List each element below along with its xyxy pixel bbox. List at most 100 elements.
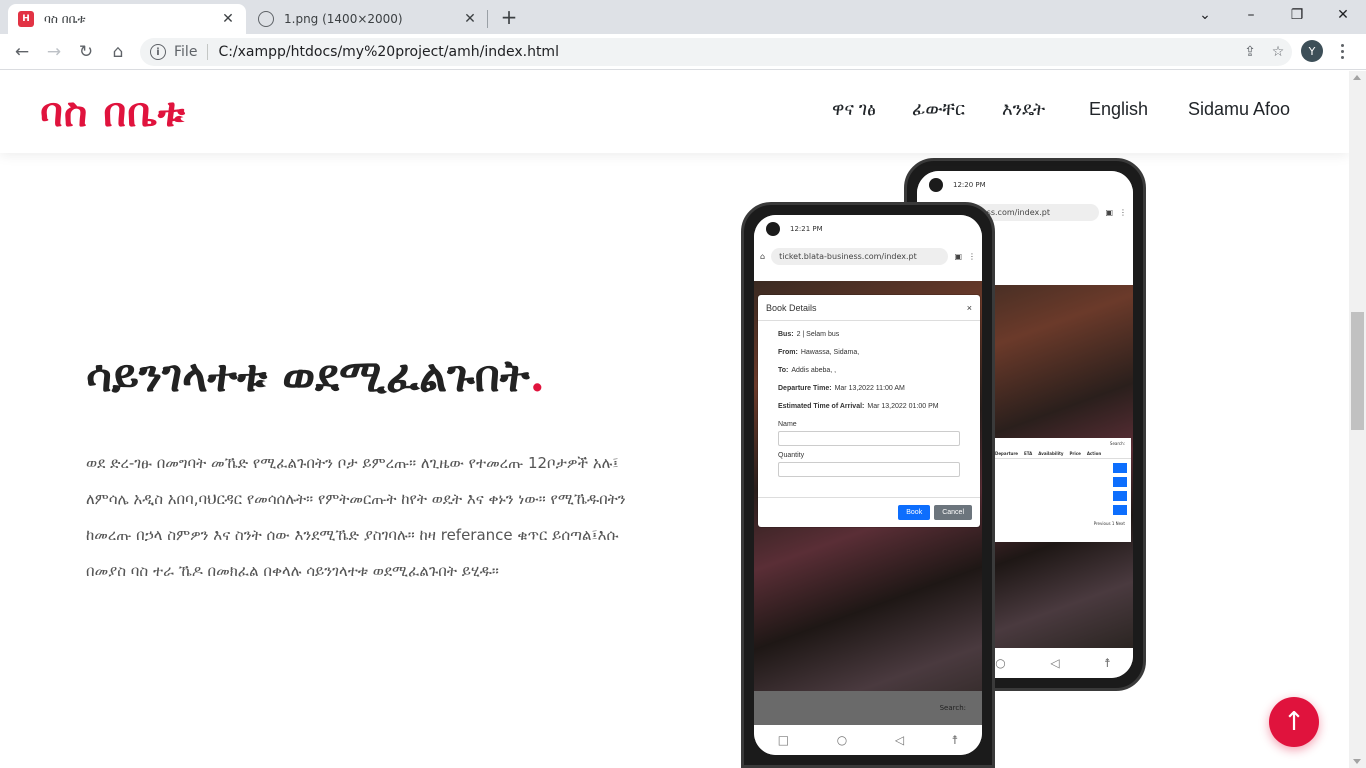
page-viewport: ባስ በቤቱ ዋና ገፅ ፊውቸር እንዴት English Sidamu Af… — [0, 71, 1349, 768]
phone-back-status-bar: 12:20 PM — [917, 171, 1133, 199]
circle-icon: ○ — [836, 733, 848, 747]
name-field-label: Name — [778, 421, 797, 428]
kebab-menu-icon: ⋮ — [968, 251, 976, 261]
tab-active[interactable]: H ባስ በቤቱ ✕ — [8, 4, 246, 34]
scrollbar-thumb[interactable] — [1351, 312, 1364, 430]
departure-value: Mar 13,2022 11:00 AM — [834, 384, 905, 392]
nav-english[interactable]: English — [1089, 99, 1148, 120]
back-to-top-button[interactable]: ↑ — [1269, 697, 1319, 747]
reload-icon[interactable]: ↻ — [72, 38, 100, 66]
hero-title: ሳይንገላተቱ ወደሚፈልጉበት. — [86, 351, 545, 402]
url-scheme-label: File — [174, 44, 198, 60]
forward-arrow-icon[interactable]: → — [40, 38, 68, 66]
home-icon: ⌂ — [760, 251, 766, 261]
book-now-button — [1113, 491, 1127, 501]
phone-front-search-strip: Search: — [754, 691, 982, 725]
info-icon[interactable]: i — [150, 44, 166, 60]
to-label: To: — [778, 366, 789, 374]
tabs-icon: ▣ — [954, 251, 962, 261]
nav-how[interactable]: እንዴት — [1002, 99, 1045, 120]
modal-to-row: To: Addis abeba, , — [758, 361, 980, 379]
table-row — [995, 505, 1127, 515]
arrival-value: Mar 13,2022 01:00 PM — [867, 402, 939, 410]
triangle-back-icon: ◁ — [1050, 656, 1060, 670]
omnibox-divider — [207, 44, 209, 60]
accessibility-icon: ☨ — [1104, 656, 1111, 670]
phone-front-url-bar: ⌂ ticket.blata-business.com/index.pt ▣ ⋮ — [760, 243, 976, 269]
tab-image[interactable]: 1.png (1400×2000) ✕ — [248, 4, 488, 34]
address-bar[interactable]: i File C:/xampp/htdocs/my%20project/amh/… — [140, 38, 1292, 66]
phone-front-time: 12:21 PM — [790, 225, 823, 233]
page-scrollbar[interactable] — [1349, 71, 1366, 768]
phone-front-screen: 12:21 PM ⌂ ticket.blata-business.com/ind… — [754, 215, 982, 755]
url-text[interactable]: C:/xampp/htdocs/my%20project/amh/index.h… — [218, 44, 1236, 60]
camera-icon — [929, 178, 943, 192]
bus-label: Bus: — [778, 330, 794, 338]
browser-toolbar: ← → ↻ ⌂ i File C:/xampp/htdocs/my%20proj… — [0, 34, 1366, 70]
hero-title-text: ሳይንገላተቱ ወደሚፈልጉበት — [86, 351, 530, 402]
close-window-button[interactable]: ✕ — [1320, 0, 1366, 30]
tab-close-icon[interactable]: ✕ — [220, 11, 236, 27]
modal-footer: Book Cancel — [758, 497, 980, 527]
scroll-down-arrow-icon[interactable] — [1353, 759, 1361, 764]
maximize-button[interactable]: ❐ — [1274, 0, 1320, 30]
arrival-label: Estimated Time of Arrival: — [778, 402, 865, 410]
pager-previous: Previous — [1093, 521, 1111, 526]
bus-value: 2 | Selam bus — [796, 330, 840, 338]
phone-back-table: Search: Departure ETA Availability Price… — [991, 438, 1131, 542]
camera-icon — [766, 222, 780, 236]
hero-description: ወደ ድረ-ገፁ በመግባት መኼድ የሚፈልጉበትን ቦታ ይምረጡ። ለጊዜ… — [86, 454, 626, 580]
modal-departure-row: Departure Time: Mar 13,2022 11:00 AM — [758, 379, 980, 397]
table-row — [995, 491, 1127, 501]
modal-bus-row: Bus: 2 | Selam bus — [758, 325, 980, 343]
site-logo[interactable]: ባስ በቤቱ — [40, 89, 186, 136]
book-now-button — [1113, 463, 1127, 473]
book-button: Book — [898, 505, 931, 520]
table-header-departure: Departure — [995, 451, 1019, 456]
circle-icon: ○ — [995, 656, 1006, 670]
modal-close-icon: × — [966, 302, 972, 313]
table-row — [995, 463, 1127, 473]
phone-front-search-label: Search: — [939, 704, 966, 712]
kebab-menu-icon: ⋮ — [1119, 207, 1127, 217]
tab-close-icon[interactable]: ✕ — [462, 11, 478, 27]
modal-header: Book Details × — [758, 295, 980, 321]
hero-title-dot: . — [529, 351, 545, 402]
new-tab-button[interactable]: + — [498, 5, 520, 29]
cancel-button: Cancel — [934, 505, 972, 520]
table-header-eta: ETA — [1024, 451, 1033, 456]
minimize-button[interactable]: – — [1228, 0, 1274, 30]
table-header-price: Price — [1069, 451, 1081, 456]
phone-front-nav-bar: □ ○ ◁ ☨ — [754, 725, 982, 755]
profile-avatar[interactable]: Y — [1301, 40, 1323, 62]
tab-divider — [487, 10, 488, 28]
home-icon[interactable]: ⌂ — [104, 38, 132, 66]
table-header-action: Action — [1086, 451, 1102, 456]
pager-next: Next — [1115, 521, 1125, 526]
back-arrow-icon[interactable]: ← — [8, 38, 36, 66]
triangle-back-icon: ◁ — [894, 733, 905, 747]
scroll-up-arrow-icon[interactable] — [1353, 75, 1361, 80]
tabs-icon: ▣ — [1105, 207, 1113, 217]
modal-title: Book Details — [766, 302, 817, 313]
browser-menu-icon[interactable] — [1334, 40, 1350, 62]
nav-features[interactable]: ፊውቸር — [912, 99, 965, 120]
modal-from-row: From: Hawassa, Sidama, — [758, 343, 980, 361]
from-value: Hawassa, Sidama, — [800, 348, 860, 356]
book-details-modal: Book Details × Bus: 2 | Selam bus From: Ha… — [758, 295, 980, 527]
site-header: ባስ በቤቱ ዋና ገፅ ፊውቸር እንዴት English Sidamu Af… — [0, 71, 1349, 153]
quantity-field-label: Quantity — [778, 452, 805, 459]
phone-front-status-bar: 12:21 PM — [754, 215, 982, 243]
modal-arrival-row: Estimated Time of Arrival: Mar 13,2022 01… — [758, 397, 980, 415]
tab-search-icon[interactable]: ⌄ — [1182, 0, 1228, 30]
phone-back-table-rows — [991, 459, 1131, 519]
table-header-availability: Availability — [1038, 451, 1064, 456]
nav-home[interactable]: ዋና ገፅ — [832, 99, 876, 120]
book-now-button — [1113, 505, 1127, 515]
nav-sidamu-afoo[interactable]: Sidamu Afoo — [1188, 99, 1290, 120]
phone-back-time: 12:20 PM — [953, 181, 986, 189]
phone-back-table-header: Departure ETA Availability Price Action — [991, 449, 1131, 459]
bookmark-star-icon[interactable]: ☆ — [1264, 38, 1292, 66]
phone-front-url: ticket.blata-business.com/index.pt — [771, 247, 949, 265]
share-icon[interactable]: ⇪ — [1236, 38, 1264, 66]
